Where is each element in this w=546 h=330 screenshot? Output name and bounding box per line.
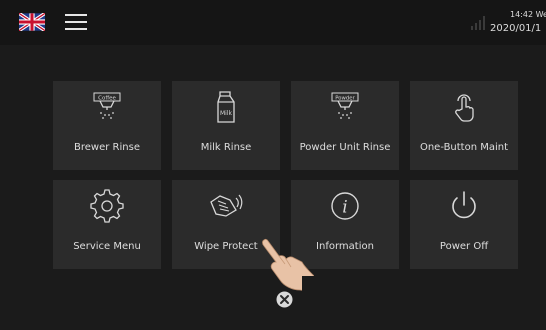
- power-icon: [452, 191, 476, 219]
- svg-text:Powder: Powder: [335, 96, 355, 102]
- tile-label: Powder Unit Rinse: [299, 142, 391, 153]
- clock: 14:42 We 2020/01/1: [490, 8, 546, 36]
- tile-label: Brewer Rinse: [74, 142, 140, 153]
- gear-icon: [90, 189, 124, 223]
- signal-strength-icon: [471, 16, 485, 30]
- tile-label: Service Menu: [73, 241, 141, 252]
- powder-rinse-icon: Powder: [331, 92, 359, 119]
- wipe-hand-icon: [210, 194, 243, 217]
- tile-label: Milk Rinse: [200, 142, 252, 153]
- tile-service-menu[interactable]: Service Menu: [53, 180, 161, 269]
- status-bar: 14:42 We 2020/01/1: [0, 0, 546, 45]
- touch-hand-icon: [455, 94, 474, 122]
- tile-brewer-rinse[interactable]: Coffee Brewer Rinse: [53, 81, 161, 170]
- info-icon: i: [331, 192, 359, 220]
- tile-label: One-Button Maint: [419, 142, 509, 153]
- clock-date: 2020/01/1: [490, 23, 542, 34]
- tile-one-button-maint[interactable]: One-Button Maint: [410, 81, 518, 170]
- coffee-rinse-icon: Coffee: [93, 92, 121, 119]
- pointing-hand-icon: [262, 238, 314, 294]
- tile-powder-unit-rinse[interactable]: Powder Powder Unit Rinse: [291, 81, 399, 170]
- svg-text:i: i: [342, 198, 347, 218]
- tile-label: Power Off: [439, 241, 489, 252]
- maintenance-screen: 14:42 We 2020/01/1 Coffee Brewer Rinse M…: [0, 0, 546, 330]
- hamburger-menu-icon[interactable]: [65, 14, 87, 30]
- svg-text:Milk: Milk: [220, 110, 233, 117]
- svg-text:Coffee: Coffee: [98, 96, 116, 102]
- tile-power-off[interactable]: Power Off: [410, 180, 518, 269]
- milk-carton-icon: Milk: [217, 91, 235, 123]
- uk-flag-icon[interactable]: [19, 13, 45, 31]
- tile-milk-rinse[interactable]: Milk Milk Rinse: [172, 81, 280, 170]
- clock-time: 14:42 We: [510, 10, 546, 19]
